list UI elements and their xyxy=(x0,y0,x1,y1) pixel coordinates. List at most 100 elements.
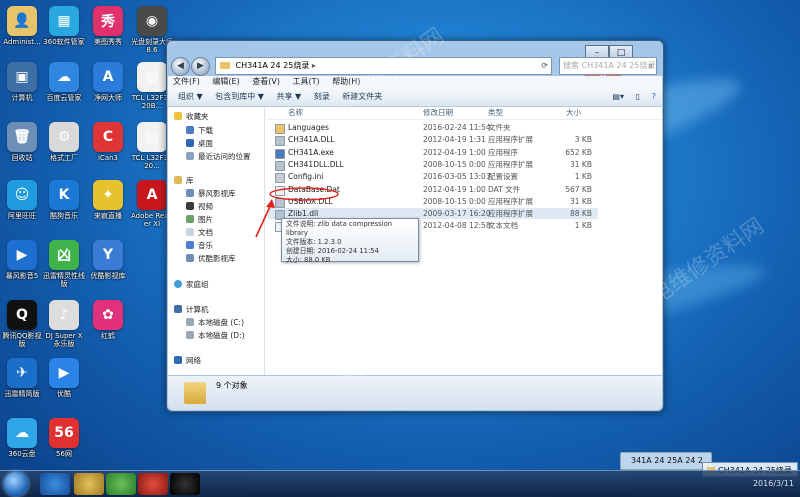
nav-library-youku[interactable]: 优酷影视库 xyxy=(186,253,236,264)
desktop-shortcut[interactable]: 🗑 回收站 xyxy=(0,122,44,162)
desktop-shortcut[interactable]: ☺ 阿里旺旺 xyxy=(0,180,44,220)
nav-library-music[interactable]: 音乐 xyxy=(186,240,213,251)
taskbar-thumbnail[interactable]: 341A 24 25A 24 2 xyxy=(620,452,712,470)
app-icon: ▣ xyxy=(7,62,37,92)
file-type: 应用程序扩展 xyxy=(488,196,533,206)
nav-computer[interactable]: 计算机 xyxy=(174,304,209,315)
nav-library-baofeng[interactable]: 暴风影视库 xyxy=(186,188,236,199)
desktop-shortcut[interactable]: 凶迅雷精灵性线版 xyxy=(42,240,86,288)
preview-pane-icon[interactable]: ▯ xyxy=(636,88,640,106)
column-date[interactable]: 修改日期 xyxy=(423,107,453,119)
file-row[interactable]: CH341DLL.DLL 2008-10-15 0:00 应用程序扩展 31 KB xyxy=(268,159,598,171)
search-input[interactable]: 搜索 CH341A 24 25烧录 ⌕ xyxy=(559,57,657,75)
menu-help[interactable]: 帮助(H) xyxy=(332,77,360,86)
file-size: 1 KB xyxy=(574,172,592,182)
desktop-shortcut-label: 56网 xyxy=(56,450,72,458)
app-icon: 56 xyxy=(49,418,79,448)
nav-libraries[interactable]: 库 xyxy=(174,175,194,186)
share-button[interactable]: 共享 ▼ xyxy=(277,92,302,101)
desktop-shortcut[interactable]: 56 56网 xyxy=(42,418,86,458)
desktop-shortcut[interactable]: ☁ 360云盘 xyxy=(0,418,44,458)
desktop-shortcut[interactable]: Y 优酷影视库 xyxy=(86,240,130,280)
organize-button[interactable]: 组织 ▼ xyxy=(178,92,203,101)
desktop-shortcut[interactable]: 👤 Administ... xyxy=(0,6,44,46)
file-size: 567 KB xyxy=(565,184,592,194)
desktop-shortcut[interactable]: K 酷狗音乐 xyxy=(42,180,86,220)
desktop-shortcut[interactable]: ▶ 优酷 xyxy=(42,358,86,398)
nav-homegroup[interactable]: 家庭组 xyxy=(174,279,209,290)
file-row[interactable]: USBIOX.DLL 2008-10-15 0:00 应用程序扩展 31 KB xyxy=(268,196,598,208)
file-row[interactable]: Languages 2016-02-24 11:54 文件夹 xyxy=(268,122,598,134)
nav-drive-c[interactable]: 本地磁盘 (C:) xyxy=(186,317,244,328)
desktop-shortcut[interactable]: Q 腾讯QQ影视版 xyxy=(0,300,44,348)
desktop-shortcut-label: 优酷影视库 xyxy=(90,272,126,280)
desktop-shortcut[interactable]: ✦ 来疯直播 xyxy=(86,180,130,220)
desktop-shortcut[interactable]: ▦ 360软件管家 xyxy=(42,6,86,46)
qq-taskbar-icon[interactable] xyxy=(170,473,200,495)
desktop-shortcut[interactable]: ⚙ 格式工厂 xyxy=(42,122,86,162)
menu-file[interactable]: 文件(F) xyxy=(173,77,200,86)
file-date: 2012-04-19 1:00 xyxy=(423,184,486,194)
tray-clock[interactable]: 2016/3/11 xyxy=(753,479,794,488)
desktop-shortcut[interactable]: ✈ 迅雷精简版 xyxy=(0,358,44,398)
desktop-shortcut[interactable]: 秀美图秀秀 xyxy=(86,6,130,46)
column-type[interactable]: 类型 xyxy=(488,107,503,119)
desktop-shortcut[interactable]: ♪ DJ Super X 永乐版 xyxy=(42,300,86,348)
app-icon: ☺ xyxy=(7,180,37,210)
new-folder-button[interactable]: 新建文件夹 xyxy=(342,92,382,101)
help-icon[interactable]: ? xyxy=(652,88,656,106)
breadcrumb[interactable]: CH341A 24 25烧录 xyxy=(236,61,310,70)
nav-favorites[interactable]: 收藏夹 xyxy=(174,111,209,122)
app-icon: ♪ xyxy=(49,300,79,330)
nav-library-videos[interactable]: 视频 xyxy=(186,201,213,212)
app-icon: ☁ xyxy=(49,62,79,92)
desktop-shortcut[interactable]: ▶ 暴风影音5 xyxy=(0,240,44,280)
column-name[interactable]: 名称 xyxy=(288,107,303,119)
desktop-shortcut-label: 美图秀秀 xyxy=(94,38,122,46)
menu-edit[interactable]: 编辑(E) xyxy=(212,77,239,86)
search-placeholder: 搜索 CH341A 24 25烧录 xyxy=(563,61,656,70)
nav-downloads[interactable]: 下载 xyxy=(186,125,213,136)
desktop-shortcut[interactable]: CiCan3 xyxy=(86,122,130,162)
file-row[interactable]: Config.ini 2016-03-05 13:03 配置设置 1 KB xyxy=(268,171,598,184)
include-in-library-button[interactable]: 包含到库中 ▼ xyxy=(215,92,264,101)
file-row[interactable]: CH341A.DLL 2012-04-19 1:31 应用程序扩展 3 KB xyxy=(268,134,598,147)
start-button[interactable] xyxy=(4,472,28,496)
nav-desktop[interactable]: 桌面 xyxy=(186,138,213,149)
address-bar[interactable]: CH341A 24 25烧录 ▸ ⟳ xyxy=(215,57,552,75)
nav-drive-d[interactable]: 本地磁盘 (D:) xyxy=(186,330,245,341)
navigation-pane: 收藏夹 下载 桌面 最近访问的位置 库 暴风影视库 视频 图片 文档 音乐 优酷… xyxy=(168,107,265,375)
back-button[interactable]: ◀ xyxy=(171,57,190,76)
view-options-icon[interactable]: ▤▾ xyxy=(612,88,624,106)
file-icon xyxy=(275,148,285,159)
desktop-shortcut-label: 360云盘 xyxy=(8,450,36,458)
desktop-shortcut-label: 来疯直播 xyxy=(94,212,122,220)
app-icon: ✈ xyxy=(7,358,37,388)
burn-button[interactable]: 刻录 xyxy=(314,92,330,101)
menu-tools[interactable]: 工具(T) xyxy=(293,77,320,86)
desktop-shortcut[interactable]: ▣ 计算机 xyxy=(0,62,44,102)
file-row[interactable]: CH341A.exe 2012-04-19 1:00 应用程序 652 KB xyxy=(268,147,598,159)
nav-library-documents[interactable]: 文档 xyxy=(186,227,213,238)
app-icon: Q xyxy=(7,300,37,330)
folder-large-icon xyxy=(184,382,206,404)
nav-library-pictures[interactable]: 图片 xyxy=(186,214,213,225)
forward-button[interactable]: ▶ xyxy=(191,57,210,76)
ie-taskbar-icon[interactable] xyxy=(40,473,70,495)
desktop-shortcut[interactable]: ✿ 红鹤 xyxy=(86,300,130,340)
refresh-icon[interactable]: ⟳ xyxy=(541,58,548,74)
app-taskbar-icon[interactable] xyxy=(106,473,136,495)
menu-view[interactable]: 查看(V) xyxy=(252,77,280,86)
file-date: 2008-10-15 0:00 xyxy=(423,159,486,169)
video-icon xyxy=(186,202,194,210)
column-headers: 名称 修改日期 类型 大小 xyxy=(268,107,662,120)
explorer-taskbar-icon[interactable] xyxy=(74,473,104,495)
nav-network[interactable]: 网络 xyxy=(174,355,201,366)
column-size[interactable]: 大小 xyxy=(566,107,581,119)
desktop-shortcut[interactable]: A 净网大师 xyxy=(86,62,130,102)
desktop-shortcut[interactable]: ☁ 百度云管家 xyxy=(42,62,86,102)
nav-recent-places[interactable]: 最近访问的位置 xyxy=(186,151,251,162)
file-icon xyxy=(275,173,285,184)
app-taskbar-icon[interactable] xyxy=(138,473,168,495)
file-row[interactable]: DataBase.Dat 2012-04-19 1:00 DAT 文件 567 KB xyxy=(268,184,598,196)
